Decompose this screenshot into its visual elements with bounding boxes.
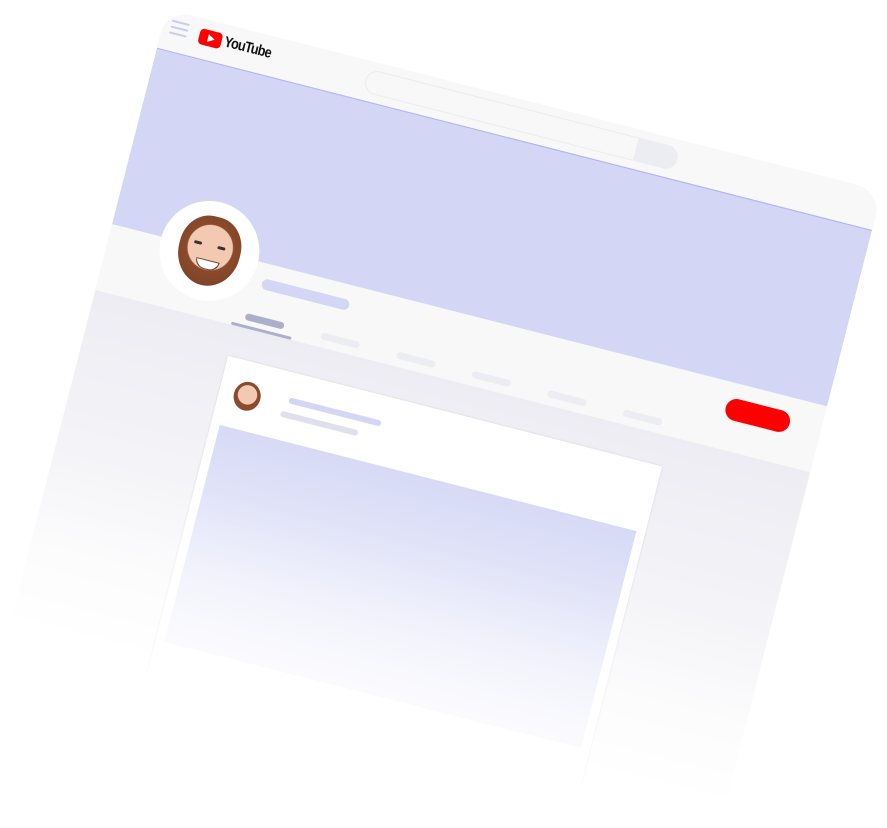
search-button[interactable] (633, 137, 681, 171)
browser-window: YouTube (6, 8, 882, 822)
post-card[interactable] (144, 355, 663, 796)
memoji-avatar (170, 208, 249, 293)
post-media[interactable] (164, 424, 637, 748)
hamburger-icon[interactable] (168, 19, 190, 38)
play-icon (197, 27, 224, 49)
youtube-logo[interactable]: YouTube (197, 27, 281, 64)
post-avatar (230, 378, 264, 414)
logo-text: YouTube (222, 32, 274, 62)
